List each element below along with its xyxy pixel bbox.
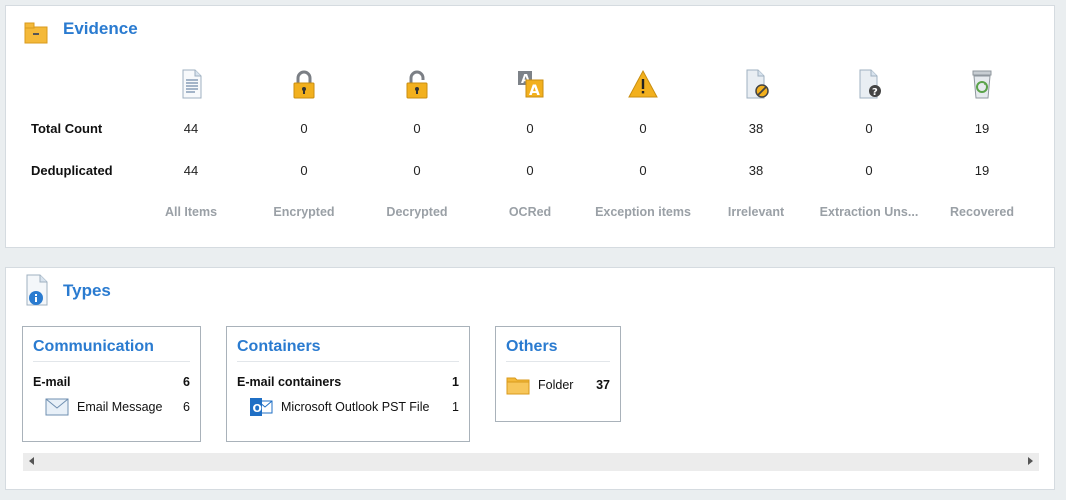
lock-closed-icon [288, 68, 320, 100]
category-email[interactable]: E-mail [33, 375, 71, 389]
outlook-icon: O [249, 397, 273, 417]
item-outlook-pst-file[interactable]: Microsoft Outlook PST File [281, 400, 429, 414]
irrelevant-icon [740, 68, 772, 100]
dedup-count-irrelevant: 38 [748, 163, 764, 178]
ocr-icon: A A [514, 68, 546, 100]
category-email-count: 6 [183, 375, 190, 389]
envelope-icon [45, 397, 69, 417]
total-count-extraction-unsupported: 0 [865, 121, 873, 136]
column-decrypted[interactable]: 0 0 Decrypted [362, 6, 472, 236]
scroll-right-arrow-icon[interactable] [1028, 457, 1033, 465]
card-title-communication: Communication [33, 338, 154, 355]
label-irrelevant: Irrelevant [727, 205, 785, 219]
total-count-encrypted: 0 [300, 121, 308, 136]
card-others: Others Folder 37 [495, 326, 621, 422]
card-title-containers: Containers [237, 338, 321, 355]
item-email-message[interactable]: Email Message [77, 400, 162, 414]
item-folder[interactable]: Folder [538, 378, 573, 392]
dedup-count-extraction-unsupported: 0 [865, 163, 873, 178]
label-exception-items: Exception items [595, 205, 691, 219]
document-icon [175, 68, 207, 100]
label-extraction-unsupported: Extraction Uns... [819, 205, 919, 219]
item-folder-count: 37 [596, 378, 610, 392]
category-email-containers-count: 1 [452, 375, 459, 389]
dedup-count-ocred: 0 [526, 163, 534, 178]
column-exception-items[interactable]: 0 0 Exception items [588, 6, 698, 236]
card-title-others: Others [506, 338, 558, 355]
column-ocred[interactable]: A A 0 0 OCRed [475, 6, 585, 236]
total-count-ocred: 0 [526, 121, 534, 136]
svg-text:A: A [529, 83, 540, 99]
card-divider [33, 361, 190, 362]
types-title: Types [63, 281, 111, 300]
card-communication: Communication E-mail 6 Email Message 6 [22, 326, 201, 442]
recycle-bin-icon [966, 68, 998, 100]
row-label-deduplicated: Deduplicated [31, 163, 113, 178]
total-count-decrypted: 0 [413, 121, 421, 136]
evidence-panel: Evidence Total Count Deduplicated 44 44 … [5, 5, 1055, 248]
unsupported-icon: ? [853, 68, 885, 100]
total-count-recovered: 19 [974, 121, 990, 136]
column-encrypted[interactable]: 0 0 Encrypted [249, 6, 359, 236]
category-email-containers[interactable]: E-mail containers [237, 375, 341, 389]
card-containers: Containers E-mail containers 1 O Microso… [226, 326, 470, 442]
row-label-total-count: Total Count [31, 121, 103, 136]
dedup-count-exception-items: 0 [639, 163, 647, 178]
card-divider [506, 361, 610, 362]
dedup-count-all-items: 44 [183, 163, 199, 178]
item-outlook-pst-file-count: 1 [452, 400, 459, 414]
total-count-irrelevant: 38 [748, 121, 764, 136]
total-count-all-items: 44 [183, 121, 199, 136]
folder-icon [506, 375, 530, 395]
column-irrelevant[interactable]: 38 38 Irrelevant [701, 6, 811, 236]
label-encrypted: Encrypted [273, 205, 335, 219]
dedup-count-recovered: 19 [974, 163, 990, 178]
svg-text:?: ? [872, 87, 878, 98]
dedup-count-decrypted: 0 [413, 163, 421, 178]
item-email-message-count: 6 [183, 400, 190, 414]
svg-text:O: O [253, 402, 262, 415]
horizontal-scrollbar[interactable] [23, 453, 1039, 471]
types-panel: Types Communication E-mail 6 Email Messa… [5, 267, 1055, 490]
label-ocred: OCRed [508, 205, 552, 219]
warning-icon [627, 68, 659, 100]
info-document-icon [24, 274, 50, 306]
label-decrypted: Decrypted [386, 205, 448, 219]
dedup-count-encrypted: 0 [300, 163, 308, 178]
column-recovered[interactable]: 19 19 Recovered [927, 6, 1037, 236]
label-recovered: Recovered [950, 205, 1014, 219]
card-divider [237, 361, 459, 362]
label-all-items: All Items [164, 205, 218, 219]
column-extraction-unsupported[interactable]: ? 0 0 Extraction Uns... [814, 6, 924, 236]
evidence-box-icon [24, 22, 48, 44]
scroll-left-arrow-icon[interactable] [29, 457, 34, 465]
lock-open-icon [401, 68, 433, 100]
evidence-title: Evidence [63, 19, 138, 38]
total-count-exception-items: 0 [639, 121, 647, 136]
column-all-items[interactable]: 44 44 All Items [136, 6, 246, 236]
